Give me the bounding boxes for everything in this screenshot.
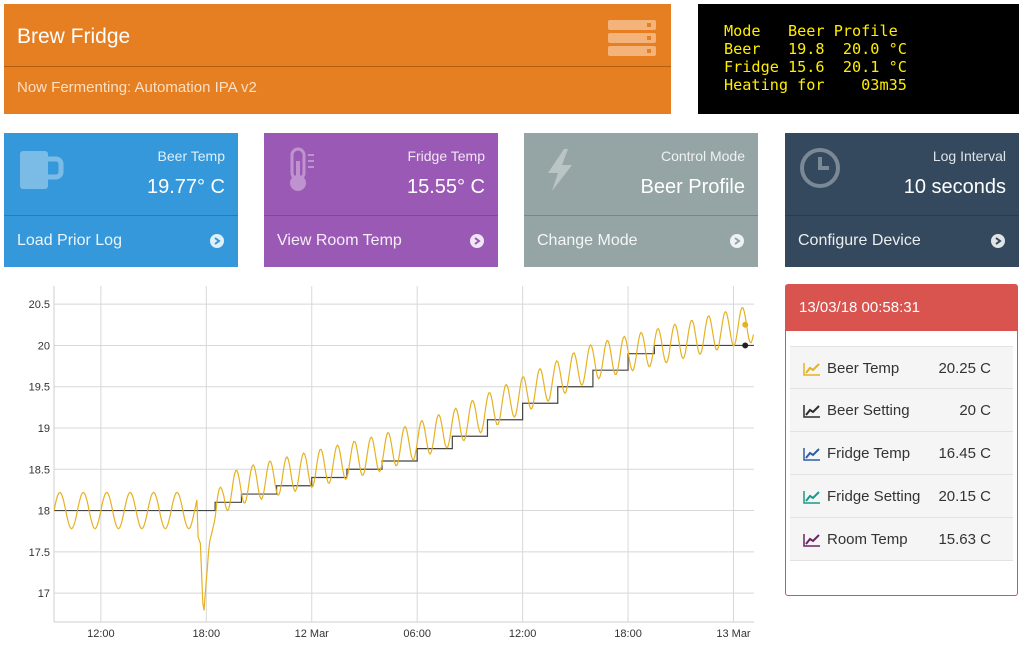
arrow-circle-right-icon bbox=[470, 234, 484, 248]
control-mode-label: Control Mode bbox=[660, 148, 745, 164]
status-panel: 13/03/18 00:58:31 Beer Temp 20.25 C Beer… bbox=[785, 284, 1018, 596]
line-chart-icon bbox=[803, 491, 820, 504]
arrow-circle-right-icon bbox=[210, 234, 224, 248]
legend-item-fridge-setting[interactable]: Fridge Setting 20.15 C bbox=[790, 475, 1013, 518]
legend-item-fridge-temp[interactable]: Fridge Temp 16.45 C bbox=[790, 432, 1013, 475]
legend-label: Beer Temp bbox=[827, 360, 900, 377]
log-interval-card: Log Interval 10 seconds Configure Device bbox=[785, 133, 1019, 267]
y-tick-label: 20.5 bbox=[29, 299, 50, 311]
fridge-temp-card: Fridge Temp 15.55° C View Room Temp bbox=[264, 133, 498, 267]
y-tick-label: 17.5 bbox=[29, 547, 50, 559]
lcd-line-2: Beer 19.8 20.0 °C bbox=[724, 40, 907, 58]
beer-mug-icon bbox=[20, 151, 64, 189]
legend-item-room-temp[interactable]: Room Temp 15.63 C bbox=[790, 518, 1013, 561]
beer-temp-marker bbox=[742, 321, 749, 328]
status-list: Beer Temp 20.25 C Beer Setting 20 C Frid… bbox=[790, 346, 1013, 561]
status-timestamp: 13/03/18 00:58:31 bbox=[786, 285, 1017, 331]
legend-item-beer-setting[interactable]: Beer Setting 20 C bbox=[790, 389, 1013, 432]
lcd-line-1: Mode Beer Profile bbox=[724, 22, 898, 40]
change-mode-label: Change Mode bbox=[537, 232, 638, 249]
control-mode-card: Control Mode Beer Profile Change Mode bbox=[524, 133, 758, 267]
legend-value: 20.25 C bbox=[938, 360, 991, 377]
fridge-temp-label: Fridge Temp bbox=[407, 148, 485, 164]
brew-fridge-header: Brew Fridge Now Fermenting: Automation I… bbox=[4, 4, 671, 114]
legend-value: 20 C bbox=[959, 402, 991, 419]
lcd-line-3: Fridge 15.6 20.1 °C bbox=[724, 58, 907, 76]
load-prior-log-label: Load Prior Log bbox=[17, 232, 122, 249]
card-top: Control Mode Beer Profile bbox=[524, 133, 758, 215]
legend-label: Room Temp bbox=[827, 531, 908, 548]
control-mode-value: Beer Profile bbox=[640, 176, 746, 198]
y-tick-label: 20 bbox=[38, 340, 50, 352]
lcd-display: Mode Beer Profile Beer 19.8 20.0 °C Frid… bbox=[698, 4, 1019, 114]
configure-device-label: Configure Device bbox=[798, 232, 921, 249]
chart-series bbox=[54, 306, 754, 611]
lightning-icon bbox=[548, 149, 572, 191]
legend-value: 20.15 C bbox=[938, 488, 991, 505]
load-prior-log-link[interactable]: Load Prior Log bbox=[4, 216, 238, 267]
x-tick-label: 12:00 bbox=[509, 628, 537, 640]
chart-grid bbox=[54, 286, 754, 622]
legend-label: Fridge Temp bbox=[827, 445, 911, 462]
server-icon[interactable] bbox=[608, 20, 656, 60]
page-title: Brew Fridge bbox=[17, 25, 131, 48]
legend-value: 15.63 C bbox=[938, 531, 991, 548]
y-tick-label: 19.5 bbox=[29, 382, 50, 394]
line-chart-icon bbox=[803, 534, 820, 547]
clock-icon bbox=[800, 148, 840, 188]
x-tick-label: 12:00 bbox=[87, 628, 115, 640]
x-tick-label: 12 Mar bbox=[295, 628, 330, 640]
beer-temp-value: 19.77° C bbox=[146, 176, 225, 198]
log-interval-label: Log Interval bbox=[932, 148, 1006, 164]
legend-label: Beer Setting bbox=[827, 402, 910, 419]
chart-axes: 17 17.5 18 18.5 19 19.5 20 20.5 12:00 18:00 12 Mar… bbox=[29, 286, 754, 640]
view-room-temp-label: View Room Temp bbox=[277, 232, 402, 249]
temperature-chart[interactable]: 17 17.5 18 18.5 19 19.5 20 20.5 12:00 18:00 12 Mar… bbox=[0, 280, 770, 649]
arrow-circle-right-icon bbox=[991, 234, 1005, 248]
configure-device-link[interactable]: Configure Device bbox=[785, 216, 1019, 267]
y-tick-label: 19 bbox=[38, 423, 50, 435]
legend-item-beer-temp[interactable]: Beer Temp 20.25 C bbox=[790, 346, 1013, 389]
thermometer-icon bbox=[290, 147, 314, 191]
line-chart-icon bbox=[803, 405, 820, 418]
y-tick-label: 17 bbox=[38, 588, 50, 600]
line-chart-icon bbox=[803, 363, 820, 376]
beer-temp-card: Beer Temp 19.77° C Load Prior Log bbox=[4, 133, 238, 267]
log-interval-value: 10 seconds bbox=[903, 176, 1006, 198]
arrow-circle-right-icon bbox=[730, 234, 744, 248]
now-fermenting-text: Now Fermenting: Automation IPA v2 bbox=[17, 79, 257, 96]
y-tick-label: 18.5 bbox=[29, 464, 50, 476]
x-tick-label: 13 Mar bbox=[716, 628, 751, 640]
view-room-temp-link[interactable]: View Room Temp bbox=[264, 216, 498, 267]
x-tick-label: 18:00 bbox=[614, 628, 642, 640]
x-tick-label: 18:00 bbox=[193, 628, 221, 640]
lcd-line-4: Heating for 03m35 bbox=[724, 76, 907, 94]
beer-temp-label: Beer Temp bbox=[157, 148, 225, 164]
line-chart-icon bbox=[803, 448, 820, 461]
beer-setting-marker bbox=[742, 342, 749, 349]
card-top: Beer Temp 19.77° C bbox=[4, 133, 238, 215]
legend-value: 16.45 C bbox=[938, 445, 991, 462]
y-tick-label: 18 bbox=[38, 506, 50, 518]
x-tick-label: 06:00 bbox=[403, 628, 431, 640]
fridge-temp-value: 15.55° C bbox=[406, 176, 485, 198]
change-mode-link[interactable]: Change Mode bbox=[524, 216, 758, 267]
card-top: Log Interval 10 seconds bbox=[785, 133, 1019, 215]
legend-label: Fridge Setting bbox=[827, 488, 921, 505]
card-top: Fridge Temp 15.55° C bbox=[264, 133, 498, 215]
header-divider bbox=[4, 66, 671, 67]
